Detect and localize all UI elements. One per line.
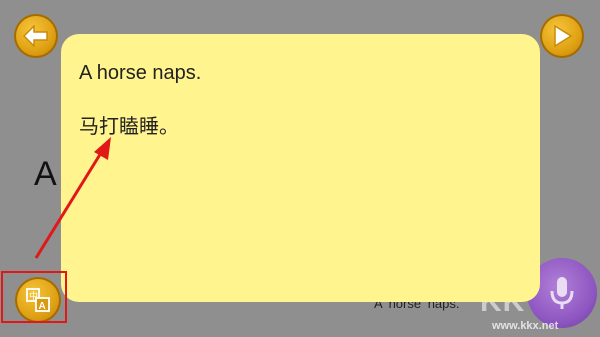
annotation-arrow (34, 137, 111, 259)
